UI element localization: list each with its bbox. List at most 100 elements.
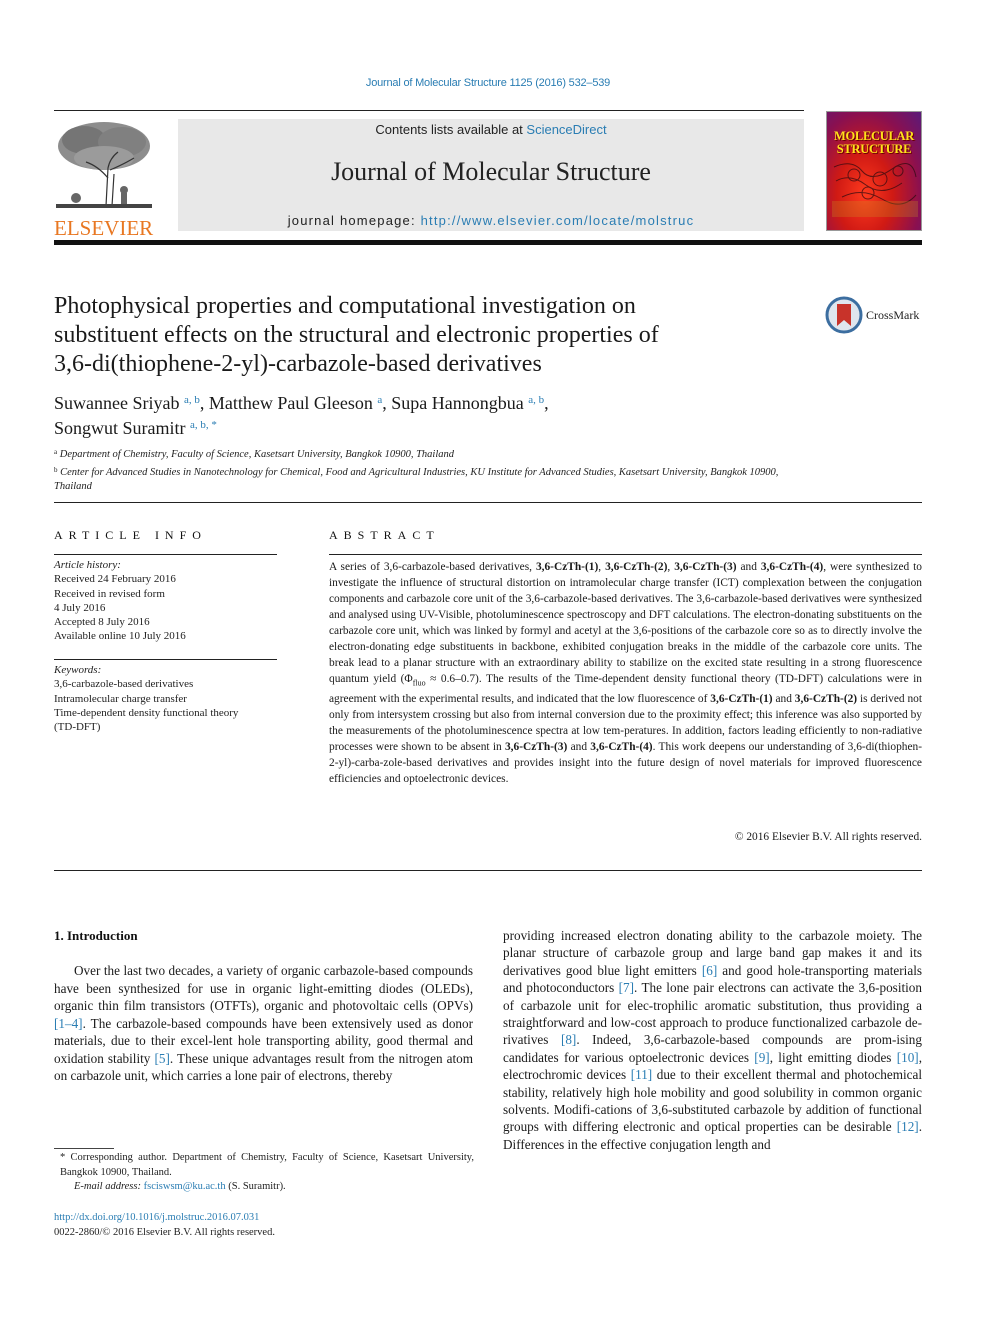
article-history: Article history: Received 24 February 20… [54,558,284,644]
email-link[interactable]: fsciswsm@ku.ac.th [144,1181,226,1192]
text-run: and [736,561,761,573]
homepage-prefix: journal homepage: [287,213,421,228]
author[interactable]: Suwannee Sriyab a, b [54,393,200,413]
footnote-rule [54,1148,114,1149]
author[interactable]: Matthew Paul Gleeson a [209,393,382,413]
keyword: Time-dependent density functional theory [54,706,239,719]
compound-label: 3,6-CzTh-(4) [760,561,824,573]
compound-label: 3,6-CzTh-(4) [590,741,653,754]
affiliation: b Center for Advanced Studies in Nanotec… [54,463,814,495]
text-run: A series of 3,6-carbazole-based derivati… [329,561,536,573]
issn-line: 0022-2860/© 2016 Elsevier B.V. All right… [54,1227,275,1238]
contents-line: Contents lists available at ScienceDirec… [178,122,804,137]
compound-label: 3,6-CzTh-(2) [605,561,668,573]
affiliation-marker[interactable]: a, b, * [190,419,217,431]
text-run: , light emitting diodes [769,1049,897,1065]
title-line: 3,6-di(thiophene-2-yl)-carbazole-based d… [54,351,542,377]
history-item: Received 24 February 2016 [54,573,176,586]
citation-link[interactable]: [6] [702,963,717,978]
text-run: , were synthesized to investigate the in… [329,561,922,685]
affiliations: a Department of Chemistry, Faculty of Sc… [54,445,814,495]
affiliation-mark: a [54,448,58,456]
citation-link[interactable]: [10] [897,1050,919,1065]
article-info-heading: ARTICLE INFO [54,528,207,542]
author[interactable]: Songwut Suramitr a, b, * [54,418,217,438]
article-title: Photophysical properties and computation… [54,292,794,379]
text-run: and [772,693,795,706]
abstract-body: A series of 3,6-carbazole-based derivati… [329,559,922,787]
homepage-line: journal homepage: http://www.elsevier.co… [178,213,804,228]
author-separator: , [199,393,209,413]
citation-link[interactable]: [9] [754,1050,769,1065]
homepage-link[interactable]: http://www.elsevier.com/locate/molstruc [421,213,695,228]
elsevier-tree-icon [56,122,152,208]
history-item: Accepted 8 July 2016 [54,616,150,629]
affiliation-text: Department of Chemistry, Faculty of Scie… [59,449,455,460]
compound-label: 3,6-CzTh-(3) [674,561,737,573]
introduction-left-column: Over the last two decades, a variety of … [54,962,473,1085]
cover-title-line: STRUCTURE [836,142,912,156]
author-separator: , [544,393,549,413]
article-info-rule [54,554,277,555]
title-line: substituent effects on the structural an… [54,322,659,348]
keywords: Keywords: 3,6-carbazole-based derivative… [54,663,284,734]
author-name: Matthew Paul Gleeson [208,393,373,413]
crossmark-label: CrossMark [866,307,920,322]
citation-link[interactable]: [1–4] [54,1016,83,1031]
email-suffix: (S. Suramitr). [225,1181,286,1192]
text-run: and [567,741,591,754]
introduction-right-column: providing increased electron donating ab… [503,927,922,1153]
author-name: Suwannee Sriyab [54,393,180,413]
citation-link[interactable]: [8] [561,1032,576,1047]
author-separator: , [382,393,392,413]
doi-block: http://dx.doi.org/10.1016/j.molstruc.201… [54,1210,275,1240]
affiliation-mark: b [54,465,58,474]
molecule-mesh-icon [832,163,918,217]
compound-label: 3,6-CzTh-(1) [535,561,599,573]
corresponding-author-footnote: * Corresponding author. Department of Ch… [54,1151,474,1195]
title-line: Photophysical properties and computation… [54,293,636,319]
author[interactable]: Supa Hannongbua a, b [391,393,544,413]
keyword: (TD-DFT) [54,721,101,734]
subscript: fluo [412,678,426,688]
keyword: 3,6-carbazole-based derivatives [54,678,194,691]
citation-link[interactable]: [12] [897,1119,919,1134]
abstract-rule [329,554,922,555]
email-line: E-mail address: fsciswsm@ku.ac.th (S. Su… [54,1180,474,1195]
affiliation-text: Center for Advanced Studies in Nanotechn… [54,466,779,493]
history-label: Article history: [54,559,121,571]
contents-prefix: Contents lists available at [375,122,527,137]
affiliation-marker[interactable]: a, b [184,394,200,406]
journal-banner: Contents lists available at ScienceDirec… [178,119,804,231]
running-head[interactable]: Journal of Molecular Structure 1125 (201… [0,77,976,89]
keyword: Intramolecular charge transfer [54,692,187,705]
compound-label: 3,6-CzTh-(2) [794,693,858,706]
corresponding-note: * Corresponding author. Department of Ch… [60,1152,474,1178]
crossmark-icon [825,296,863,334]
email-label: E-mail address: [74,1181,144,1192]
elsevier-wordmark: ELSEVIER [54,216,154,240]
section-rule [54,502,922,503]
text-run: Over the last two decades, a variety of … [54,963,473,1013]
header-rule [54,110,804,111]
author-name: Supa Hannongbua [391,393,524,413]
affiliation-marker[interactable]: a, b [528,394,544,406]
introduction-heading: 1. Introduction [54,928,138,943]
keywords-label: Keywords: [54,664,102,676]
author-list: Suwannee Sriyab a, b, Matthew Paul Glees… [54,389,774,439]
author-name: Songwut Suramitr [54,418,186,438]
journal-cover-image[interactable]: MOLECULAR STRUCTURE [826,111,922,231]
journal-name: Journal of Molecular Structure [331,157,651,186]
sciencedirect-link[interactable]: ScienceDirect [526,122,606,137]
cover-title: MOLECULAR STRUCTURE [827,130,921,156]
citation-link[interactable]: [7] [619,980,634,995]
header-thick-rule [54,240,922,245]
citation-link[interactable]: [11] [631,1067,652,1082]
compound-label: 3,6-CzTh-(3) [504,741,568,754]
keywords-rule [54,659,277,660]
crossmark-button[interactable]: CrossMark [825,296,919,334]
elsevier-logo[interactable]: ELSEVIER [54,118,156,240]
doi-link[interactable]: http://dx.doi.org/10.1016/j.molstruc.201… [54,1210,275,1225]
citation-link[interactable]: [5] [155,1051,170,1066]
history-item: 4 July 2016 [54,601,106,614]
